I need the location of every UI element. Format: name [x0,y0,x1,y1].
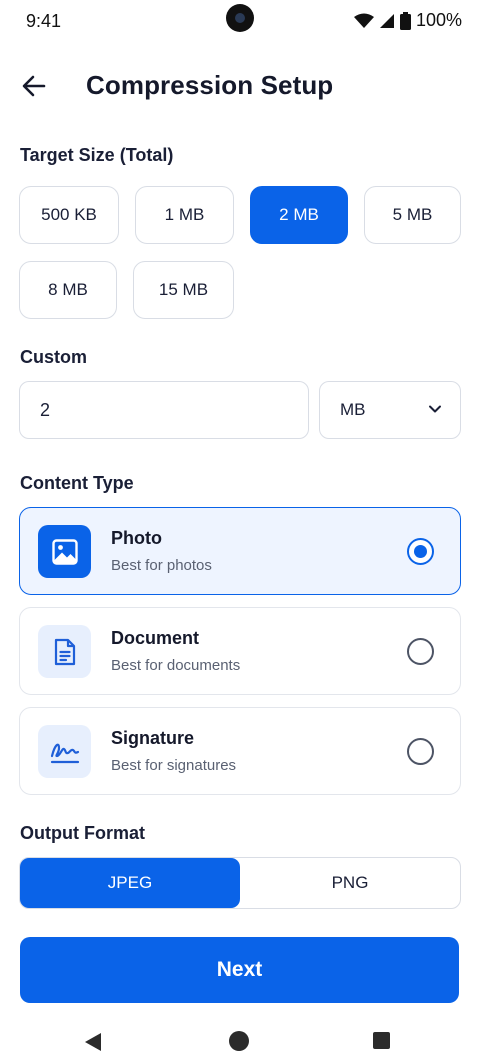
content-type-label: Content Type [20,473,134,493]
custom-label: Custom [20,347,87,367]
size-chip-15mb[interactable]: 15 MB [133,261,234,319]
nav-recents-icon[interactable] [373,1032,390,1049]
size-chip-5mb[interactable]: 5 MB [364,186,461,244]
signature-icon [50,743,79,763]
photo-radio[interactable] [407,538,434,565]
page-title: Compression Setup [86,70,334,100]
arrow-left-icon [22,75,46,97]
content-option-document[interactable]: Document Best for documents [19,607,461,695]
size-chip-500kb[interactable]: 500 KB [19,186,119,244]
content-option-title: Document [111,628,200,648]
content-option-subtitle: Best for signatures [111,757,237,774]
wifi-icon [353,13,374,28]
content-option-photo[interactable]: Photo Best for photos [19,507,461,595]
status-icons: 100% [353,10,462,31]
photo-icon-tile [38,525,91,578]
unit-select[interactable]: MB [319,381,461,439]
app-bar: Compression Setup [0,58,480,114]
battery-percent: 100% [415,10,462,30]
signature-radio[interactable] [407,738,434,765]
document-icon [54,638,75,665]
content-option-signature[interactable]: Signature Best for signatures [19,707,461,795]
status-bar: 9:41 100% [0,0,480,44]
system-nav-bar [0,1020,480,1056]
back-button[interactable] [14,66,54,106]
document-icon-tile [38,625,91,678]
format-option-png[interactable]: PNG [240,858,460,908]
signature-icon-tile [38,725,91,778]
custom-size-input[interactable]: 2 [19,381,309,439]
content-option-subtitle: Best for photos [111,557,212,574]
target-size-label: Target Size (Total) [20,145,174,165]
format-option-jpeg[interactable]: JPEG [20,858,240,908]
next-button[interactable]: Next [20,937,459,1003]
camera-cutout [226,4,254,32]
format-toggle: JPEG PNG [19,857,461,909]
image-icon [51,538,78,565]
content-option-subtitle: Best for documents [111,657,241,674]
size-chip-1mb[interactable]: 1 MB [135,186,234,244]
unit-select-value: MB [340,400,366,419]
chevron-down-icon [429,405,441,413]
document-radio[interactable] [407,638,434,665]
custom-size-value: 2 [40,399,51,420]
size-chip-2mb[interactable]: 2 MB [250,186,348,244]
nav-back-icon[interactable] [84,1032,102,1052]
status-time: 9:41 [26,11,62,31]
output-format-label: Output Format [20,823,145,843]
size-chip-8mb[interactable]: 8 MB [19,261,117,319]
content-option-title: Signature [111,728,195,748]
battery-icon [399,11,411,30]
signal-icon [379,13,394,28]
content-option-title: Photo [111,528,162,548]
nav-home-icon[interactable] [229,1031,249,1051]
